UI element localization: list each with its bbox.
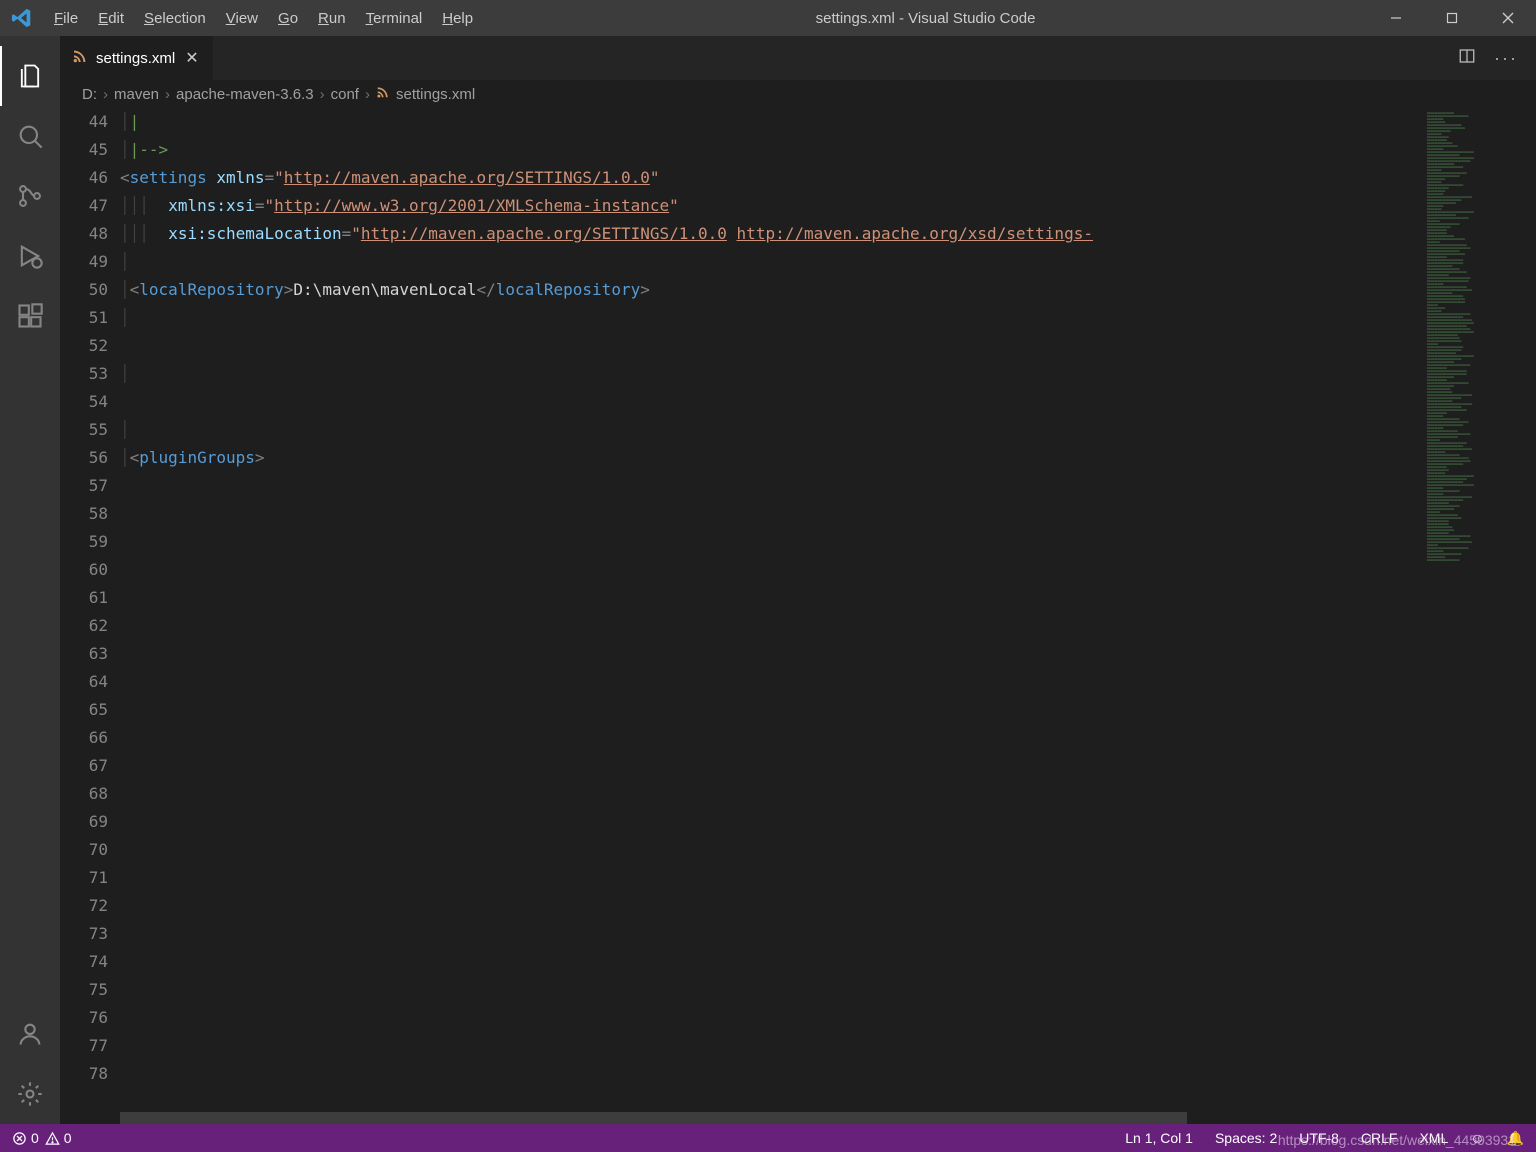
bc-4[interactable]: settings.xml [396, 86, 475, 103]
rss-icon [72, 48, 88, 68]
bc-1[interactable]: maven [114, 86, 159, 103]
maximize-button[interactable] [1424, 12, 1480, 24]
menu-view[interactable]: View [216, 10, 268, 27]
rss-icon [376, 85, 390, 103]
menu-bar: File Edit Selection View Go Run Terminal… [44, 10, 483, 27]
bc-2[interactable]: apache-maven-3.6.3 [176, 86, 314, 103]
breadcrumb[interactable]: D:› maven› apache-maven-3.6.3› conf› set… [60, 80, 1536, 108]
menu-selection[interactable]: Selection [134, 10, 216, 27]
editor-area[interactable]: 44 45 46 47 48 49 50 51 52 53 54 55 56 5… [60, 108, 1536, 1124]
menu-help[interactable]: Help [432, 10, 483, 27]
settings-gear-icon[interactable] [0, 1064, 60, 1124]
horizontal-scrollbar[interactable] [120, 1112, 1421, 1124]
menu-go[interactable]: Go [268, 10, 308, 27]
more-actions-icon[interactable]: ··· [1494, 48, 1518, 69]
search-icon[interactable] [0, 106, 60, 166]
menu-terminal[interactable]: Terminal [356, 10, 433, 27]
watermark-text: https://blog.csdn.net/weixin_44593931 [1278, 1132, 1516, 1148]
close-icon[interactable]: ✕ [183, 48, 200, 68]
explorer-icon[interactable] [0, 46, 60, 106]
tab-bar: settings.xml ✕ ··· [60, 36, 1536, 80]
status-errors[interactable]: 0 [12, 1130, 39, 1146]
source-control-icon[interactable] [0, 166, 60, 226]
title-bar: File Edit Selection View Go Run Terminal… [0, 0, 1536, 36]
extensions-icon[interactable] [0, 286, 60, 346]
minimap[interactable]: ▬▬▬▬▬▬▬▬▬▬▬▬▬▬▬▬▬▬▬▬▬▬▬▬▬▬▬▬▬▬▬▬▬▬▬▬▬▬▬▬… [1421, 108, 1536, 1124]
account-icon[interactable] [0, 1004, 60, 1064]
menu-file[interactable]: File [44, 10, 88, 27]
tab-label: settings.xml [96, 50, 175, 67]
split-editor-icon[interactable] [1458, 47, 1476, 69]
menu-edit[interactable]: Edit [88, 10, 134, 27]
status-warnings[interactable]: 0 [45, 1130, 72, 1146]
status-ln-col[interactable]: Ln 1, Col 1 [1125, 1130, 1193, 1146]
menu-run[interactable]: Run [308, 10, 356, 27]
window-title: settings.xml - Visual Studio Code [483, 10, 1368, 27]
vscode-logo-icon [0, 7, 44, 29]
close-button[interactable] [1480, 12, 1536, 24]
activity-bar [0, 36, 60, 1124]
bc-3[interactable]: conf [331, 86, 359, 103]
code-content[interactable]: │| │|--> <settings xmlns="http://maven.a… [120, 108, 1421, 1124]
line-number-gutter: 44 45 46 47 48 49 50 51 52 53 54 55 56 5… [60, 108, 120, 1124]
run-debug-icon[interactable] [0, 226, 60, 286]
status-spaces[interactable]: Spaces: 2 [1215, 1130, 1277, 1146]
tab-settings-xml[interactable]: settings.xml ✕ [60, 36, 214, 80]
minimize-button[interactable] [1368, 12, 1424, 24]
bc-0[interactable]: D: [82, 86, 97, 103]
